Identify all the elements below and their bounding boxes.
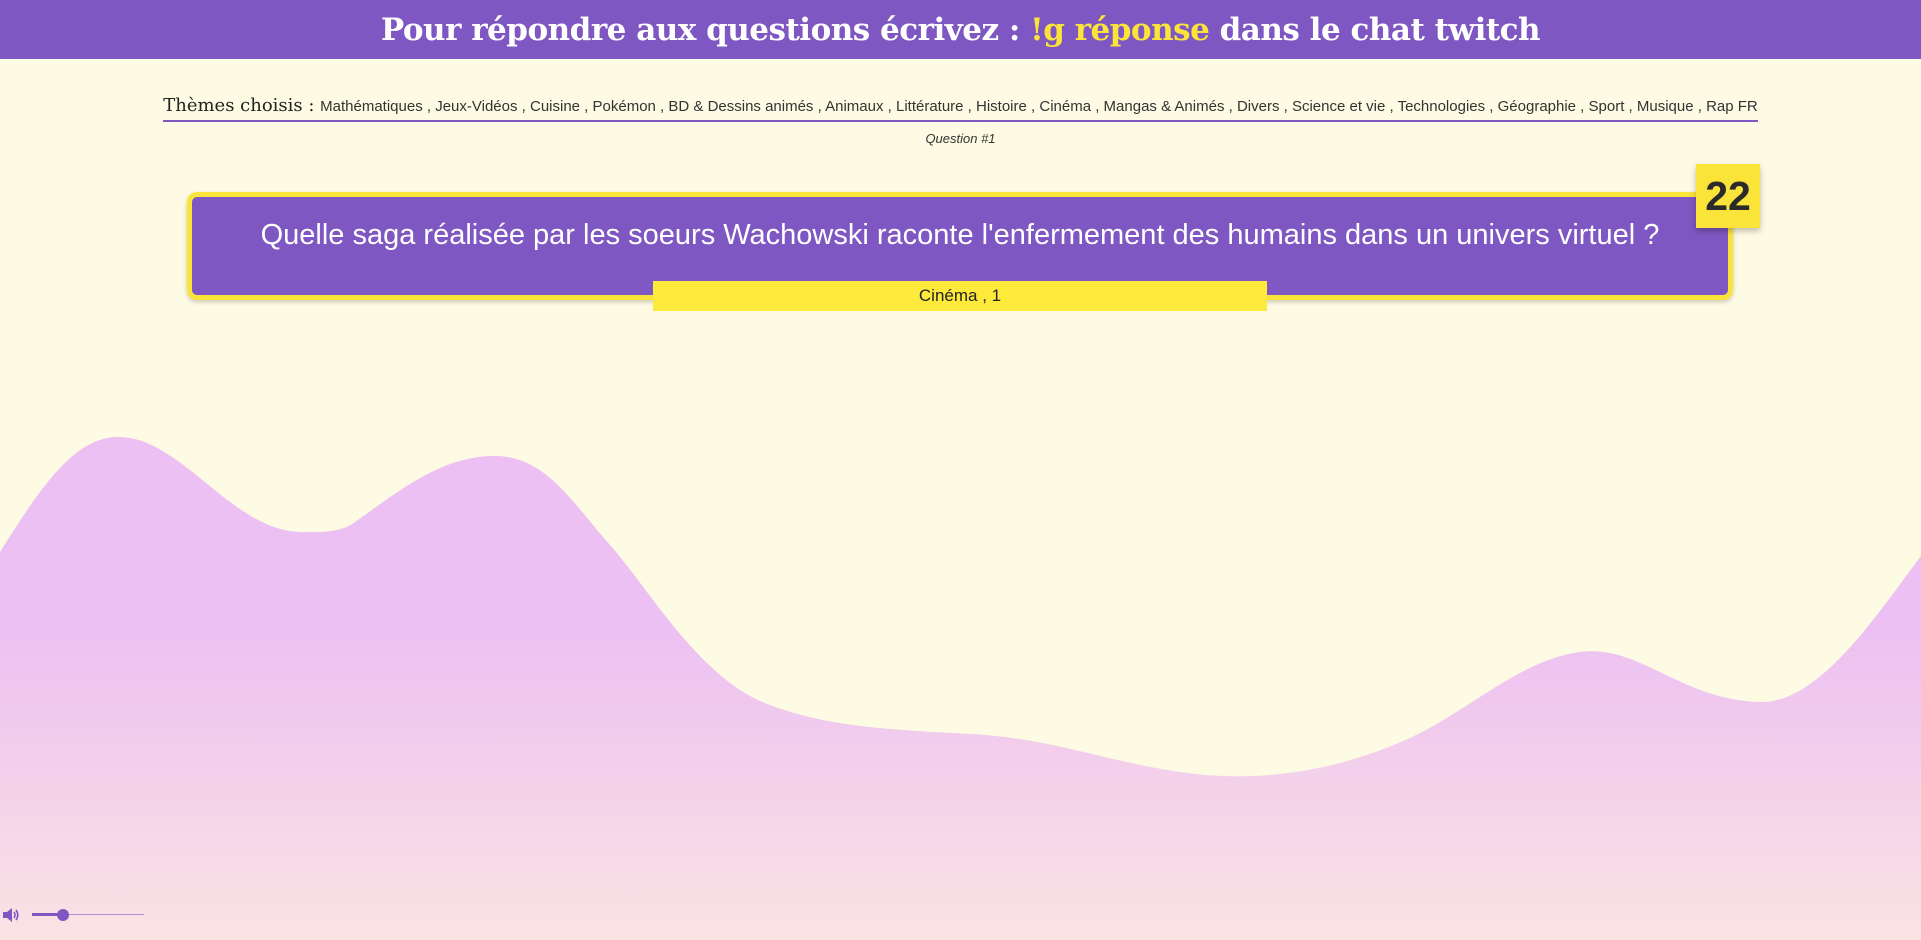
command-highlight: !g réponse bbox=[1030, 11, 1210, 48]
instructions-prefix: Pour répondre aux questions écrivez : bbox=[380, 11, 1031, 48]
question-category: Cinéma , 1 bbox=[653, 281, 1267, 311]
volume-control bbox=[0, 904, 144, 926]
speaker-icon[interactable] bbox=[0, 904, 22, 926]
instructions-banner: Pour répondre aux questions écrivez : !g… bbox=[0, 0, 1921, 59]
instructions-suffix: dans le chat twitch bbox=[1209, 11, 1541, 48]
question-number: Question #1 bbox=[925, 131, 996, 146]
themes-list: Mathématiques , Jeux-Vidéos , Cuisine , … bbox=[320, 98, 1758, 115]
volume-slider[interactable] bbox=[32, 908, 144, 922]
themes-label: Thèmes choisis : bbox=[163, 95, 321, 116]
volume-slider-thumb[interactable] bbox=[57, 909, 70, 921]
selected-themes: Thèmes choisis : Mathématiques , Jeux-Vi… bbox=[0, 94, 1921, 122]
question-text: Quelle saga réalisée par les soeurs Wach… bbox=[260, 219, 1660, 251]
countdown-timer: 22 bbox=[1696, 164, 1760, 228]
